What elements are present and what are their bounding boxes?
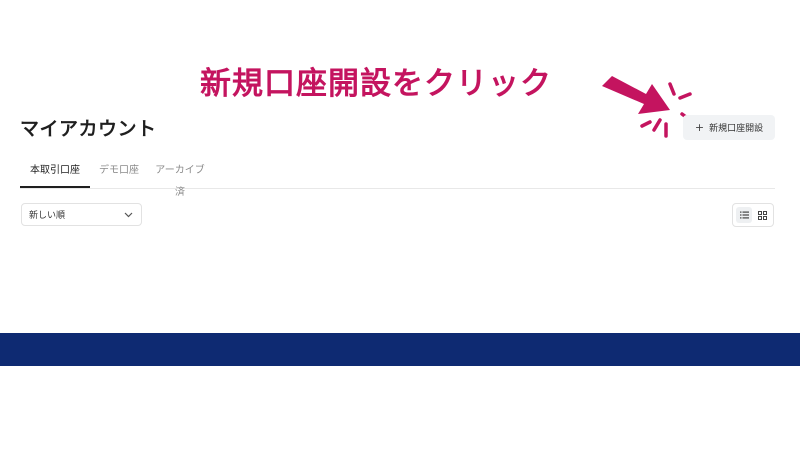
account-tabs: 本取引口座 デモ口座 アーカイブ済 — [20, 160, 775, 198]
tab-archived[interactable]: アーカイブ済 — [154, 160, 206, 198]
new-account-button[interactable]: + 新規口座開設 — [683, 115, 775, 140]
chevron-down-icon — [124, 212, 133, 217]
grid-view-button[interactable] — [754, 207, 770, 223]
annotation-callout-text: 新規口座開設をクリック — [200, 66, 552, 102]
view-toggle — [732, 203, 774, 227]
screen-root: 新規口座開設をクリック マイアカウント + 新規口座開設 本取引口座 デモ口座 … — [0, 0, 800, 450]
plus-icon: + — [694, 121, 705, 134]
bottom-band — [0, 333, 800, 366]
list-view-button[interactable] — [736, 207, 752, 223]
list-view-icon — [739, 211, 749, 219]
new-account-button-label: 新規口座開設 — [709, 124, 764, 134]
tab-demo-accounts[interactable]: デモ口座 — [98, 160, 140, 186]
sort-select-value: 新しい順 — [29, 211, 66, 221]
sort-select[interactable]: 新しい順 — [21, 203, 142, 226]
tab-live-accounts[interactable]: 本取引口座 — [20, 160, 90, 188]
grid-view-icon — [757, 210, 767, 220]
page-title: マイアカウント — [20, 118, 157, 140]
